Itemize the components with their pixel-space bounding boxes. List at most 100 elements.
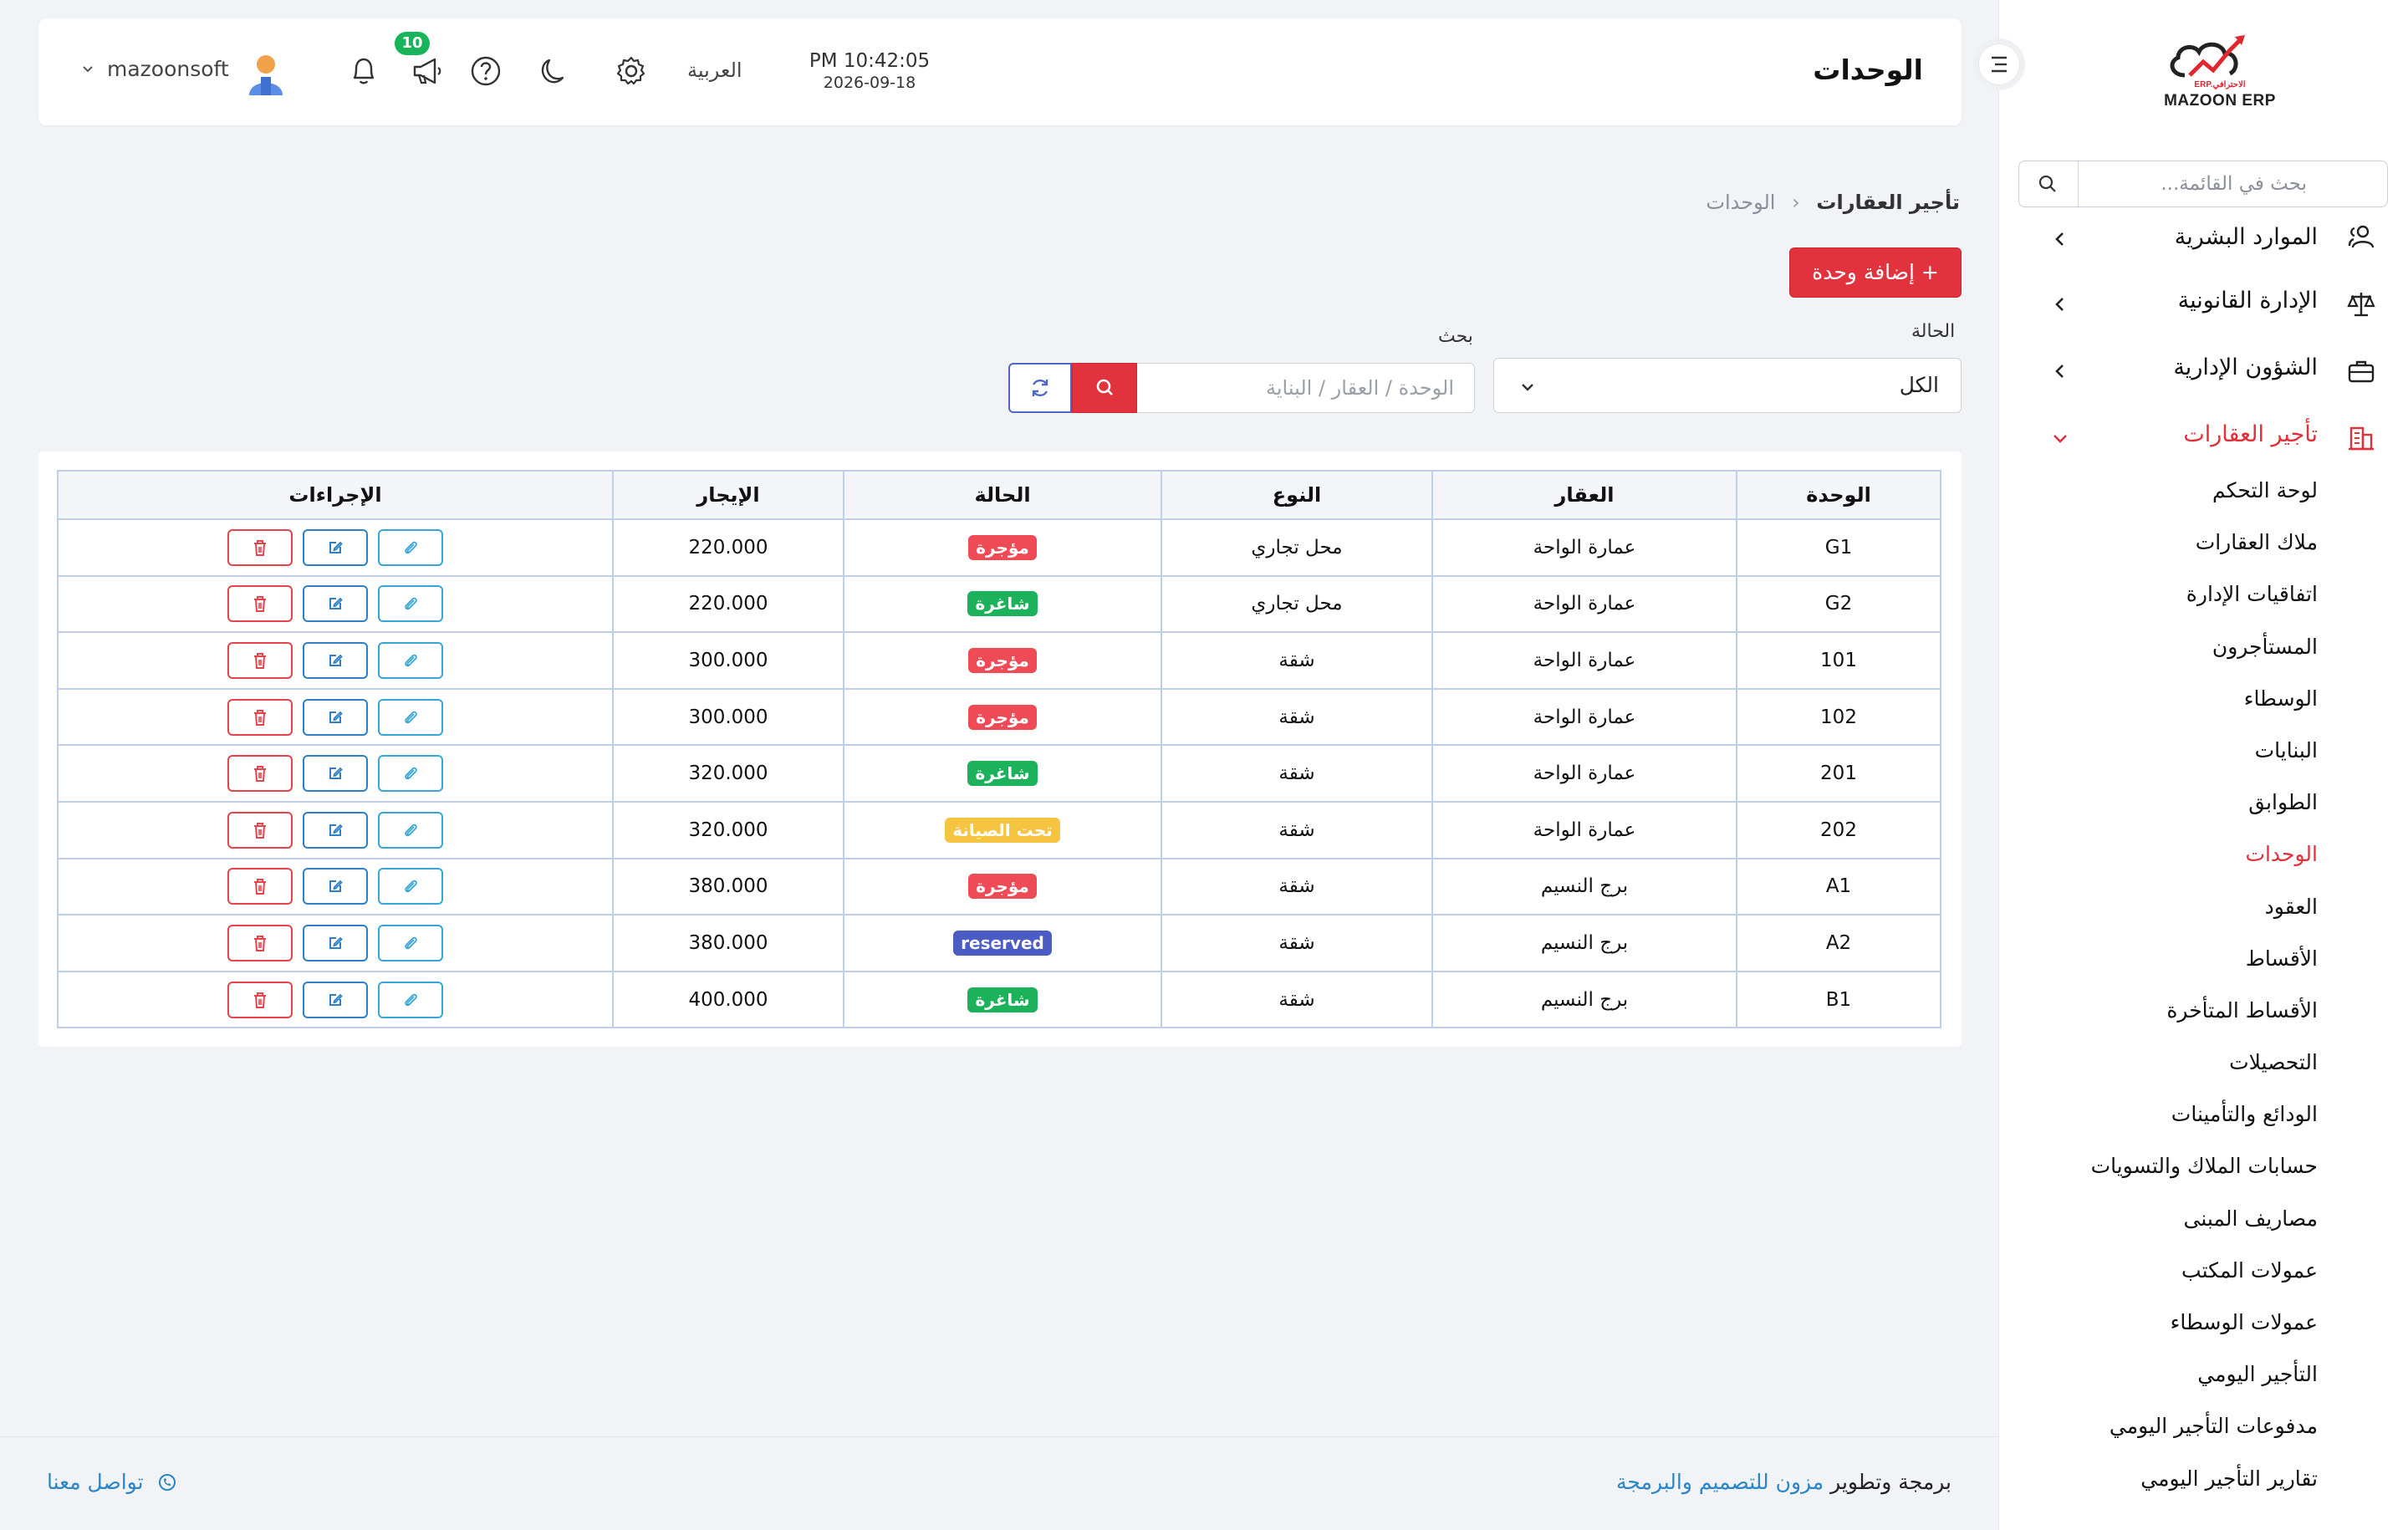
breadcrumb-parent[interactable]: تأجير العقارات xyxy=(1816,191,1960,214)
help-icon[interactable] xyxy=(468,54,503,89)
edit-button[interactable] xyxy=(303,528,368,566)
sidebar-subitem-collections[interactable]: التحصيلات xyxy=(1999,1040,2408,1092)
sidebar-subitem-overdue-installments[interactable]: الأقساط المتأخرة xyxy=(1999,988,2408,1040)
attachments-button[interactable] xyxy=(378,641,443,679)
delete-button[interactable] xyxy=(227,981,293,1018)
trash-icon xyxy=(254,766,266,783)
edit-button[interactable] xyxy=(303,981,368,1018)
sidebar-subitem-management-agreements[interactable]: اتفاقيات الإدارة xyxy=(1999,572,2408,624)
attachments-button[interactable] xyxy=(378,698,443,736)
sidebar-subitem-label: التحصيلات xyxy=(2229,1050,2318,1075)
sidebar-item-label: تأجير العقارات xyxy=(2183,421,2318,447)
sidebar-subitem-units[interactable]: الوحدات xyxy=(1999,832,2408,884)
attachments-button[interactable] xyxy=(378,811,443,849)
avatar[interactable] xyxy=(246,52,286,95)
gear-icon[interactable] xyxy=(614,54,649,89)
contact-us-label: تواصل معنا xyxy=(47,1470,144,1494)
clock: PM 10:42:05 2026-09-18 xyxy=(794,50,945,92)
delete-button[interactable] xyxy=(227,755,293,793)
sidebar-subitem-floors[interactable]: الطوابق xyxy=(1999,780,2408,832)
moon-icon[interactable] xyxy=(537,54,572,89)
delete-button[interactable] xyxy=(227,924,293,961)
cell-unit: A2 xyxy=(1736,914,1941,972)
sidebar-item-label: الشؤون الإدارية xyxy=(2173,354,2318,380)
column-header-status[interactable]: الحالة xyxy=(843,470,1162,520)
sidebar-subitem-buildings[interactable]: البنايات xyxy=(1999,728,2408,780)
sidebar-subitem-dashboard[interactable]: لوحة التحكم xyxy=(1999,468,2408,520)
sidebar-subitem-building-expenses[interactable]: مصاريف المبنى xyxy=(1999,1196,2408,1248)
sidebar-subitem-office-commissions[interactable]: عمولات المكتب xyxy=(1999,1248,2408,1300)
edit-button[interactable] xyxy=(303,924,368,961)
megaphone-icon[interactable] xyxy=(410,54,445,89)
attachments-button[interactable] xyxy=(378,981,443,1018)
sidebar-submenu: لوحة التحكم ملاك العقارات اتفاقيات الإدا… xyxy=(1999,468,2408,1508)
edit-button[interactable] xyxy=(303,755,368,793)
attachments-button[interactable] xyxy=(378,868,443,905)
chevron-down-icon[interactable] xyxy=(79,60,97,79)
delete-button[interactable] xyxy=(227,868,293,905)
status-filter-select[interactable]: الكل xyxy=(1493,358,1962,413)
delete-button[interactable] xyxy=(227,641,293,679)
cell-property: عمارة الواحة xyxy=(1431,631,1737,690)
sidebar-subitem-daily-rental-reports[interactable]: تقارير التأجير اليومي xyxy=(1999,1456,2408,1508)
sidebar-item-real-estate[interactable]: تأجير العقارات xyxy=(1999,405,2408,472)
contact-us-link[interactable]: تواصل معنا xyxy=(47,1470,177,1494)
cell-rent: 300.000 xyxy=(612,687,844,747)
sidebar-item-hr[interactable]: الموارد البشرية xyxy=(1999,219,2408,271)
sidebar-search-input[interactable] xyxy=(2056,168,2307,200)
bell-icon[interactable] xyxy=(346,54,381,89)
column-header-unit[interactable]: الوحدة xyxy=(1736,470,1941,520)
sidebar-subitem-contracts[interactable]: العقود xyxy=(1999,885,2408,936)
sidebar-subitem-owners[interactable]: ملاك العقارات xyxy=(1999,520,2408,572)
edit-button[interactable] xyxy=(303,698,368,736)
briefcase-icon xyxy=(2348,360,2375,383)
username[interactable]: mazoonsoft xyxy=(107,57,229,81)
attachments-button[interactable] xyxy=(378,755,443,793)
logo[interactable]: ERP.الاحترافي MAZOON ERP xyxy=(2153,32,2287,115)
cell-property: عمارة الواحة xyxy=(1431,687,1737,747)
search-icon xyxy=(1096,379,1113,395)
sidebar-subitem-daily-rental[interactable]: التأجير اليومي xyxy=(1999,1352,2408,1404)
delete-button[interactable] xyxy=(227,528,293,566)
edit-button[interactable] xyxy=(303,811,368,849)
sidebar-subitem-daily-rental-payments[interactable]: مدفوعات التأجير اليومي xyxy=(1999,1404,2408,1456)
search-button[interactable] xyxy=(1072,363,1137,413)
attachments-button[interactable] xyxy=(378,585,443,623)
delete-button[interactable] xyxy=(227,811,293,849)
table-row: 102 عمارة الواحة شقة مؤجرة 300.000 xyxy=(57,687,1941,747)
sidebar-subitem-owner-accounts[interactable]: حسابات الملاك والتسويات xyxy=(1999,1144,2408,1196)
delete-button[interactable] xyxy=(227,585,293,623)
sidebar-item-legal[interactable]: الإدارة القانونية xyxy=(1999,271,2408,338)
sidebar-toggle-button[interactable] xyxy=(1973,38,2025,90)
sidebar-subitem-label: الودائع والتأمينات xyxy=(2171,1102,2318,1127)
sidebar-subitem-label: مصاريف المبنى xyxy=(2183,1206,2319,1231)
cell-type: شقة xyxy=(1161,857,1433,916)
sidebar-subitem-deposits[interactable]: الودائع والتأمينات xyxy=(1999,1092,2408,1144)
trash-icon xyxy=(254,935,266,951)
footer-credit-company[interactable]: مزون للتصميم والبرمجة xyxy=(1616,1470,1824,1494)
sidebar-subitem-tenants[interactable]: المستأجرون xyxy=(1999,625,2408,676)
sidebar-item-admin[interactable]: الشؤون الإدارية xyxy=(1999,338,2408,405)
buildings-icon xyxy=(2349,426,2374,451)
edit-icon xyxy=(329,654,343,666)
language-switcher[interactable]: العربية xyxy=(687,59,742,82)
edit-button[interactable] xyxy=(303,868,368,905)
column-header-property[interactable]: العقار xyxy=(1431,470,1737,520)
units-table-card: الوحدة العقار النوع الحالة الإيجار الإجر… xyxy=(38,451,1962,1047)
search-icon[interactable] xyxy=(2038,174,2058,194)
column-header-rent[interactable]: الإيجار xyxy=(612,470,844,520)
refresh-button[interactable] xyxy=(1008,363,1072,413)
search-input[interactable] xyxy=(1136,364,1474,412)
column-header-type[interactable]: النوع xyxy=(1161,470,1433,520)
sidebar-subitem-installments[interactable]: الأقساط xyxy=(1999,936,2408,988)
sidebar-subitem-brokers[interactable]: الوسطاء xyxy=(1999,676,2408,728)
attachments-button[interactable] xyxy=(378,528,443,566)
sidebar-subitem-broker-commissions[interactable]: عمولات الوسطاء xyxy=(1999,1300,2408,1352)
edit-button[interactable] xyxy=(303,585,368,623)
add-unit-button[interactable]: + إضافة وحدة xyxy=(1789,247,1962,298)
logo-text: MAZOON ERP xyxy=(2164,92,2276,110)
delete-button[interactable] xyxy=(227,698,293,736)
attachments-button[interactable] xyxy=(378,924,443,961)
scale-icon xyxy=(2347,293,2375,317)
edit-button[interactable] xyxy=(303,641,368,679)
